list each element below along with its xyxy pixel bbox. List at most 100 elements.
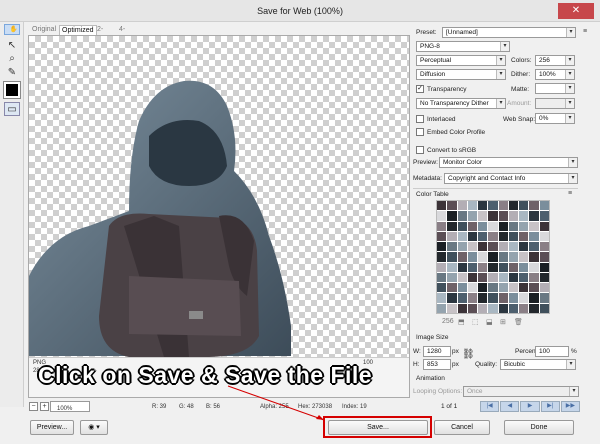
dither-select[interactable]: 100% ▾ [535, 69, 575, 80]
looping-select[interactable]: Once ▾ [463, 386, 579, 397]
color-swatch-cell[interactable] [478, 262, 488, 272]
color-swatch-cell[interactable] [508, 231, 519, 242]
color-swatch-cell[interactable] [447, 201, 457, 211]
color-swatch-cell[interactable] [529, 211, 539, 221]
color-swatch-cell[interactable] [437, 283, 447, 293]
color-swatch-cell[interactable] [488, 262, 498, 272]
color-swatch-cell[interactable] [467, 242, 478, 252]
color-swatch-cell[interactable] [488, 252, 498, 262]
color-swatch-cell[interactable] [529, 272, 539, 283]
color-swatch-cell[interactable] [467, 293, 478, 303]
web-shift-icon[interactable]: ⬚ [472, 318, 479, 326]
color-swatch-cell[interactable] [539, 272, 549, 283]
color-swatch-cell[interactable] [447, 272, 457, 283]
color-swatch-cell[interactable] [437, 242, 447, 252]
color-swatch-cell[interactable] [539, 252, 549, 262]
color-swatch-cell[interactable] [519, 201, 529, 211]
cancel-button[interactable]: Cancel [434, 420, 490, 435]
color-swatch-cell[interactable] [488, 283, 498, 293]
color-swatch-cell[interactable] [508, 293, 519, 303]
color-swatch-cell[interactable] [529, 303, 539, 313]
tab-4up[interactable]: 4-Up [119, 25, 128, 43]
map-color-icon[interactable]: ⬒ [458, 318, 465, 326]
color-swatch-cell[interactable] [437, 231, 447, 242]
color-swatch-cell[interactable] [539, 283, 549, 293]
toggle-slices-icon[interactable]: ▭ [4, 102, 20, 116]
link-icon[interactable]: ⛓ [462, 349, 475, 360]
color-swatch-cell[interactable] [519, 303, 529, 313]
prev-frame-button[interactable]: ◀ [500, 401, 520, 412]
color-swatch-cell[interactable] [498, 231, 508, 242]
color-swatch-cell[interactable] [519, 283, 529, 293]
width-input[interactable]: 1280 [423, 346, 451, 357]
color-swatch-cell[interactable] [447, 221, 457, 231]
color-swatch-cell[interactable] [498, 211, 508, 221]
color-swatch-cell[interactable] [529, 242, 539, 252]
color-swatch-cell[interactable] [498, 272, 508, 283]
color-swatch-cell[interactable] [437, 211, 447, 221]
zoom-select[interactable]: 100% [50, 401, 90, 412]
color-swatch-cell[interactable] [488, 201, 498, 211]
color-swatch-cell[interactable] [467, 201, 478, 211]
color-swatch-cell[interactable] [519, 242, 529, 252]
done-button[interactable]: Done [504, 420, 574, 435]
color-swatch-cell[interactable] [467, 211, 478, 221]
next-frame-button[interactable]: ▶| [540, 401, 560, 412]
color-swatch-cell[interactable] [529, 293, 539, 303]
eyedropper-icon[interactable]: ✎ [4, 66, 20, 80]
color-swatch-cell[interactable] [529, 252, 539, 262]
websnap-select[interactable]: 0% ▾ [535, 113, 575, 124]
color-swatch-cell[interactable] [508, 242, 519, 252]
height-input[interactable]: 853 [423, 359, 451, 370]
zoom-in-button[interactable]: + [40, 402, 49, 411]
color-swatch-cell[interactable] [447, 242, 457, 252]
percent-input[interactable]: 100 [535, 346, 569, 357]
color-swatch-cell[interactable] [467, 221, 478, 231]
color-swatch-cell[interactable] [467, 283, 478, 293]
color-swatch-cell[interactable] [519, 262, 529, 272]
color-swatch-cell[interactable] [457, 272, 467, 283]
color-swatch-cell[interactable] [447, 231, 457, 242]
color-swatch-cell[interactable] [498, 293, 508, 303]
color-swatch-cell[interactable] [478, 201, 488, 211]
color-swatch-cell[interactable] [488, 272, 498, 283]
color-swatch-cell[interactable] [467, 231, 478, 242]
color-swatch-cell[interactable] [508, 303, 519, 313]
color-swatch-cell[interactable] [498, 283, 508, 293]
preview-canvas[interactable]: PNG 28 bit Scaled 100 [28, 35, 410, 398]
color-swatch-cell[interactable] [488, 242, 498, 252]
color-swatch-cell[interactable] [519, 293, 529, 303]
color-swatch-cell[interactable] [457, 242, 467, 252]
tab-optimized[interactable]: Optimized [59, 25, 97, 35]
preset-select[interactable]: [Unnamed] ▾ [442, 27, 576, 38]
tab-original[interactable]: Original [32, 25, 56, 35]
color-swatch-cell[interactable] [539, 221, 549, 231]
color-swatch-cell[interactable] [447, 252, 457, 262]
embed-profile-checkbox[interactable] [416, 128, 424, 136]
slice-select-icon[interactable]: ↖ [4, 39, 20, 53]
close-button[interactable]: ✕ [558, 3, 594, 19]
zoom-icon[interactable]: ⌕ [4, 52, 20, 66]
color-swatch-cell[interactable] [457, 262, 467, 272]
optimize-menu-icon[interactable]: ≡ [581, 28, 589, 36]
color-swatch-cell[interactable] [437, 272, 447, 283]
reduction-select[interactable]: Perceptual ▾ [416, 55, 506, 66]
color-swatch-cell[interactable] [539, 262, 549, 272]
color-swatch-cell[interactable] [457, 211, 467, 221]
color-swatch-cell[interactable] [437, 221, 447, 231]
first-frame-button[interactable]: |◀ [480, 401, 500, 412]
color-swatch-cell[interactable] [437, 252, 447, 262]
preview-select[interactable]: Monitor Color ▾ [439, 157, 578, 168]
color-swatch-cell[interactable] [529, 221, 539, 231]
tab-2up[interactable]: 2-Up [97, 25, 106, 43]
color-table-grid[interactable] [436, 200, 550, 314]
color-swatch-cell[interactable] [508, 262, 519, 272]
interlaced-checkbox[interactable] [416, 115, 424, 123]
color-swatch-cell[interactable] [457, 283, 467, 293]
color-swatch-cell[interactable] [467, 262, 478, 272]
color-swatch-cell[interactable] [508, 252, 519, 262]
color-swatch-cell[interactable] [457, 231, 467, 242]
color-swatch-cell[interactable] [539, 211, 549, 221]
last-frame-button[interactable]: ▶▶ [560, 401, 581, 412]
color-swatch-cell[interactable] [467, 252, 478, 262]
